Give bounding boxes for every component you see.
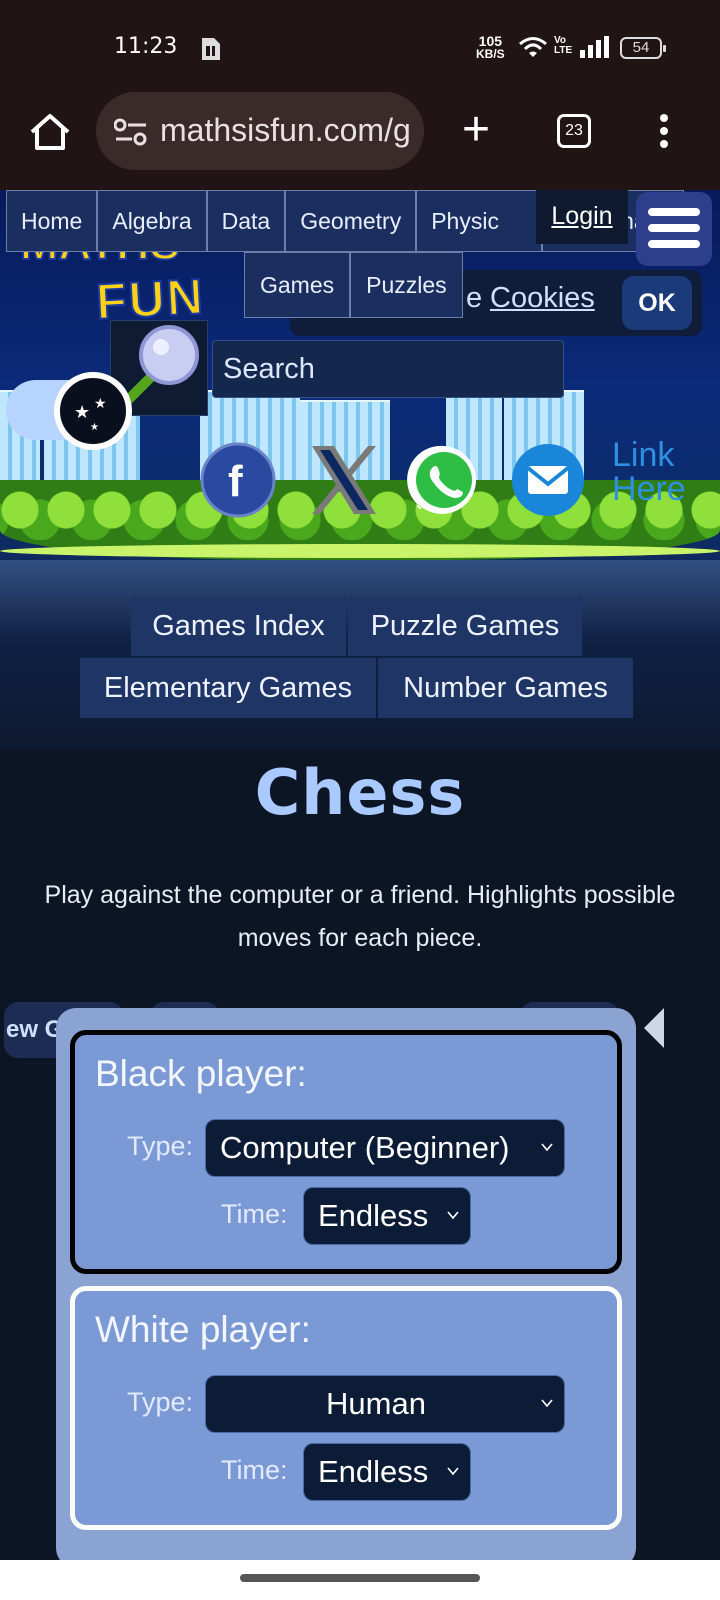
black-player-title: Black player: <box>95 1053 307 1094</box>
address-bar[interactable]: mathsisfun.com/g <box>96 92 424 170</box>
nav-data[interactable]: Data <box>206 190 286 252</box>
svg-text:★: ★ <box>90 422 99 433</box>
black-time-label: Time: <box>221 1199 288 1229</box>
status-bar: 11:23 105 KB/S Vo LTE 54 <box>0 0 720 92</box>
nav-puzzles[interactable]: Puzzles <box>350 252 463 318</box>
description-line-1: Play against the computer or a friend. H… <box>44 881 676 909</box>
collapse-arrow-icon[interactable] <box>644 1008 664 1048</box>
white-player-settings: White player: Type: Human Time: Endless <box>70 1286 622 1530</box>
cookie-ok-button[interactable]: OK <box>622 276 692 330</box>
home-gesture-handle[interactable] <box>240 1574 480 1582</box>
white-type-value: Human <box>326 1386 426 1421</box>
wifi-icon <box>519 37 547 57</box>
signal-icon <box>580 36 609 58</box>
facebook-icon[interactable]: f <box>200 442 276 518</box>
url-text[interactable]: mathsisfun.com/g <box>160 112 410 149</box>
chevron-down-icon <box>447 1467 459 1476</box>
battery-indicator: 54 <box>620 37 666 59</box>
cookies-link[interactable]: Cookies <box>490 282 595 315</box>
email-icon[interactable] <box>510 442 586 518</box>
more-options-icon[interactable] <box>660 114 670 150</box>
white-time-value: Endless <box>318 1454 429 1489</box>
white-time-select[interactable]: Endless <box>303 1443 471 1501</box>
nav-home[interactable]: Home <box>6 190 98 252</box>
white-type-label: Type: <box>127 1387 194 1417</box>
elementary-games-button[interactable]: Elementary Games <box>80 658 376 718</box>
network-speed: 105 KB/S <box>476 34 505 60</box>
site-settings-icon[interactable] <box>114 118 148 146</box>
hamburger-menu-icon[interactable] <box>636 192 712 266</box>
chess-game-area: ew G Black player: Type: Computer (Begin… <box>0 1002 720 1560</box>
web-page: MATHS FUN e Cookies OK Home Algebra Data… <box>0 190 720 1560</box>
stars-icon: ★ ★★ <box>74 396 107 433</box>
system-navigation-bar <box>0 1560 720 1600</box>
nav-games[interactable]: Games <box>244 252 351 318</box>
nav-geometry[interactable]: Geometry <box>285 190 417 252</box>
page-title: Chess <box>254 756 466 829</box>
site-sub-nav: Games Puzzles <box>244 252 463 318</box>
home-icon[interactable] <box>28 110 72 154</box>
player-settings-panel: Black player: Type: Computer (Beginner) … <box>56 1008 636 1560</box>
login-link[interactable]: Login <box>536 190 628 244</box>
nav-algebra[interactable]: Algebra <box>97 190 207 252</box>
white-player-title: White player: <box>95 1309 311 1350</box>
svg-text:★: ★ <box>94 396 107 412</box>
link-here-link[interactable]: Link Here <box>612 438 702 506</box>
net-speed-unit: KB/S <box>476 47 505 61</box>
whatsapp-icon[interactable] <box>406 442 482 518</box>
svg-text:★: ★ <box>74 402 90 423</box>
x-icon[interactable] <box>306 442 382 518</box>
games-index-button[interactable]: Games Index <box>131 596 346 656</box>
tab-switcher-icon[interactable]: 23 <box>557 114 591 148</box>
svg-text:f: f <box>228 457 243 506</box>
chevron-down-icon <box>541 1143 553 1152</box>
nav-physics[interactable]: Physic <box>416 190 543 252</box>
number-games-button[interactable]: Number Games <box>378 658 633 718</box>
chevron-down-icon <box>447 1211 459 1220</box>
black-time-value: Endless <box>318 1198 429 1233</box>
volte-indicator: Vo LTE <box>554 36 572 56</box>
volte-bottom: LTE <box>554 45 573 56</box>
black-type-select[interactable]: Computer (Beginner) <box>205 1119 565 1177</box>
search-input[interactable]: Search <box>212 340 564 398</box>
chevron-down-icon <box>541 1399 553 1408</box>
new-tab-icon[interactable]: + <box>456 106 496 156</box>
black-type-value: Computer (Beginner) <box>220 1130 510 1165</box>
white-type-select[interactable]: Human <box>205 1375 565 1433</box>
dark-mode-toggle-knob[interactable]: ★ ★ ★ <box>54 372 132 450</box>
black-player-settings: Black player: Type: Computer (Beginner) … <box>70 1030 622 1274</box>
black-time-select[interactable]: Endless <box>303 1187 471 1245</box>
sim-card-icon <box>202 38 220 60</box>
puzzle-games-button[interactable]: Puzzle Games <box>348 596 582 656</box>
white-time-label: Time: <box>221 1455 288 1485</box>
page-description: Play against the computer or a friend. H… <box>0 874 720 960</box>
description-line-2: moves for each piece. <box>237 924 483 952</box>
net-speed-value: 105 <box>478 33 503 49</box>
games-nav: Games Index Puzzle Games Elementary Game… <box>0 596 720 736</box>
cookie-text: e <box>466 282 483 314</box>
clock: 11:23 <box>114 34 178 59</box>
grass-edge <box>0 544 720 558</box>
browser-toolbar: mathsisfun.com/g + 23 <box>0 92 720 190</box>
black-type-label: Type: <box>127 1131 194 1161</box>
